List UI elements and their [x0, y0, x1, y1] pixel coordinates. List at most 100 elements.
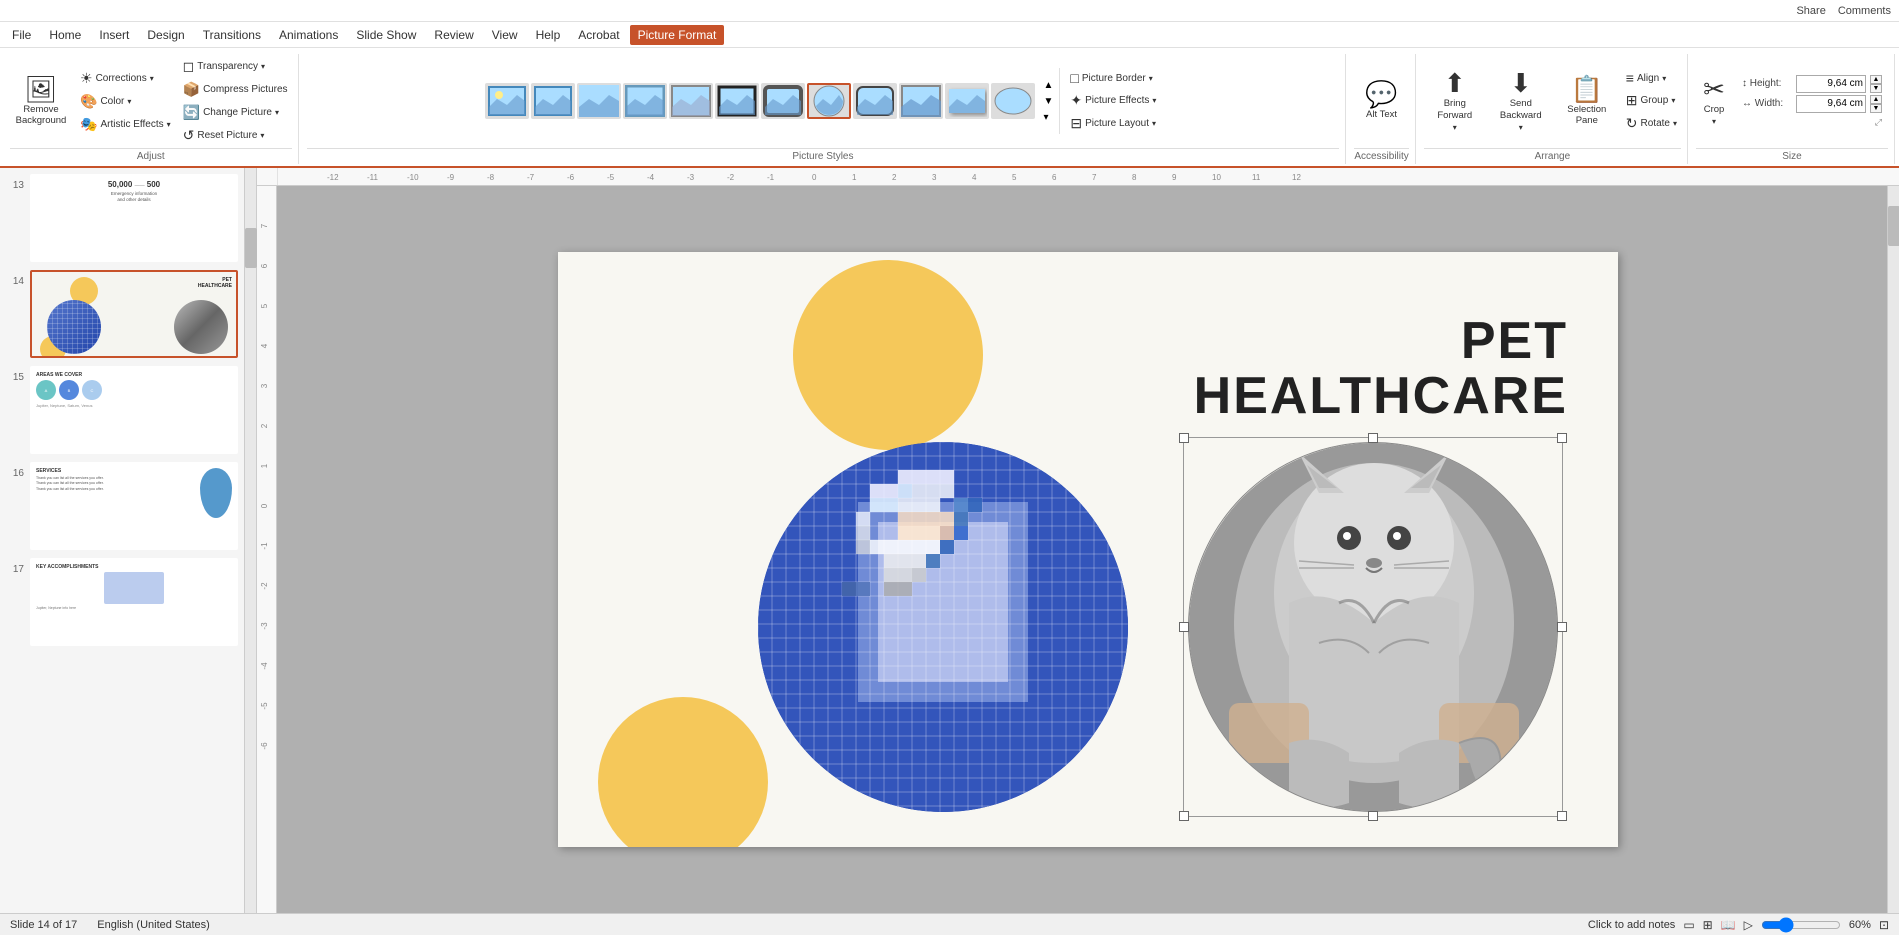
- rotate-button[interactable]: ↻ Rotate ▾: [1622, 113, 1681, 134]
- slide-thumb-15[interactable]: AREAS WE COVER A B C Jupiter, Neptune, S…: [30, 366, 238, 454]
- style-thumb-10[interactable]: [899, 83, 943, 119]
- style-thumb-8[interactable]: [807, 83, 851, 119]
- menu-insert[interactable]: Insert: [91, 25, 137, 45]
- svg-text:-3: -3: [260, 622, 269, 630]
- compress-pictures-button[interactable]: 📦 Compress Pictures: [179, 79, 292, 100]
- slide-item-14[interactable]: 14 PETHEALTHCARE: [4, 268, 240, 360]
- view-sorter-icon[interactable]: ⊞: [1703, 918, 1713, 932]
- styles-more[interactable]: ▾: [1041, 110, 1055, 125]
- menu-view[interactable]: View: [484, 25, 526, 45]
- comments-button[interactable]: Comments: [1838, 5, 1891, 17]
- menu-transitions[interactable]: Transitions: [195, 25, 269, 45]
- color-icon: 🎨: [80, 93, 97, 110]
- reset-picture-dropdown-icon: ▾: [260, 131, 264, 140]
- cat-circle-left[interactable]: [758, 442, 1128, 812]
- send-backward-icon: ⬇: [1510, 70, 1532, 96]
- height-input[interactable]: [1796, 75, 1866, 93]
- canvas-area: -12 -11 -10 -9 -8 -7 -6 -5 -4 -3 -2 -1 0…: [257, 168, 1899, 913]
- ruler-vertical: 7 6 5 4 3 2 1 0 -1 -2 -3 -4 -5 -6: [257, 186, 277, 913]
- ribbon-group-picture-styles: ▲ ▼ ▾ □ Picture Border ▾ ✦ Picture Effec…: [301, 54, 1347, 164]
- menu-acrobat[interactable]: Acrobat: [570, 25, 627, 45]
- width-input[interactable]: [1796, 95, 1866, 113]
- reset-picture-button[interactable]: ↺ Reset Picture ▾: [179, 125, 292, 146]
- zoom-slider[interactable]: [1761, 919, 1841, 931]
- slide-canvas[interactable]: PETHEALTHCARE: [558, 252, 1618, 847]
- style-thumb-7[interactable]: [761, 83, 805, 119]
- svg-text:12: 12: [1292, 173, 1301, 182]
- size-expand-icon[interactable]: ⤢: [1742, 117, 1882, 128]
- slides-scrollbar[interactable]: [245, 168, 257, 913]
- ribbon-group-accessibility: 💬 Alt Text Accessibility: [1348, 54, 1415, 164]
- corrections-button[interactable]: ☀ Corrections ▾: [76, 68, 175, 89]
- slide-item-16[interactable]: 16 SERVICES Thank you can list all the s…: [4, 460, 240, 552]
- menu-animations[interactable]: Animations: [271, 25, 346, 45]
- menu-help[interactable]: Help: [528, 25, 569, 45]
- svg-text:-4: -4: [647, 173, 655, 182]
- style-thumb-9[interactable]: [853, 83, 897, 119]
- bring-forward-button[interactable]: ⬆ Bring Forward ▾: [1424, 68, 1486, 134]
- svg-text:-10: -10: [407, 173, 419, 182]
- slide-item-15[interactable]: 15 AREAS WE COVER A B C Jupiter, Neptune…: [4, 364, 240, 456]
- width-spin-down[interactable]: ▼: [1870, 104, 1882, 113]
- transparency-button[interactable]: ◻ Transparency ▾: [179, 56, 292, 77]
- slide-thumb-13[interactable]: 50,000 —— 500 Emergency informationand o…: [30, 174, 238, 262]
- style-thumb-3[interactable]: [577, 83, 621, 119]
- share-button[interactable]: Share: [1796, 5, 1825, 17]
- style-thumb-1[interactable]: [485, 83, 529, 119]
- artistic-effects-button[interactable]: 🎭 Artistic Effects ▾: [76, 114, 175, 135]
- slide-item-17[interactable]: 17 KEY ACCOMPLISHMENTS Jupiter, Neptune …: [4, 556, 240, 648]
- color-button[interactable]: 🎨 Color ▾: [76, 91, 175, 112]
- slide-thumb-17[interactable]: KEY ACCOMPLISHMENTS Jupiter, Neptune inf…: [30, 558, 238, 646]
- canvas-scrollbar-v[interactable]: [1887, 186, 1899, 913]
- cat-circle-right[interactable]: [1188, 442, 1558, 812]
- change-picture-icon: 🔄: [183, 104, 200, 121]
- align-button[interactable]: ≡ Align ▾: [1622, 68, 1681, 88]
- send-backward-button[interactable]: ⬇ Send Backward ▾: [1490, 68, 1552, 134]
- style-thumb-5[interactable]: [669, 83, 713, 119]
- pet-healthcare-title: PETHEALTHCARE: [1194, 314, 1568, 423]
- svg-text:10: 10: [1212, 173, 1221, 182]
- slides-panel: 13 50,000 —— 500 Emergency informationan…: [0, 168, 245, 913]
- slide-thumb-14[interactable]: PETHEALTHCARE: [30, 270, 238, 358]
- bring-forward-label: Bring Forward: [1428, 98, 1482, 121]
- picture-border-button[interactable]: □ Picture Border ▾: [1066, 68, 1160, 88]
- slide-item-13[interactable]: 13 50,000 —— 500 Emergency informationan…: [4, 172, 240, 264]
- align-icon: ≡: [1626, 70, 1634, 86]
- menu-slideshow[interactable]: Slide Show: [348, 25, 424, 45]
- remove-background-button[interactable]: 🖼 Remove Background: [10, 74, 72, 129]
- group-button[interactable]: ⊞ Group ▾: [1622, 90, 1681, 111]
- view-slideshow-icon[interactable]: ▷: [1744, 918, 1753, 932]
- menu-home[interactable]: Home: [41, 25, 89, 45]
- style-thumb-2[interactable]: [531, 83, 575, 119]
- notes-label[interactable]: Click to add notes: [1588, 919, 1675, 931]
- height-spin-down[interactable]: ▼: [1870, 84, 1882, 93]
- fit-page-icon[interactable]: ⊡: [1879, 918, 1889, 932]
- svg-text:-3: -3: [687, 173, 695, 182]
- styles-scroll-down[interactable]: ▼: [1041, 94, 1055, 109]
- svg-text:-2: -2: [727, 173, 735, 182]
- menu-file[interactable]: File: [4, 25, 39, 45]
- selection-pane-button[interactable]: 📋 Selection Pane: [1556, 74, 1618, 129]
- height-spin-up[interactable]: ▲: [1870, 75, 1882, 84]
- picture-layout-button[interactable]: ⊟ Picture Layout ▾: [1066, 113, 1160, 134]
- picture-effects-button[interactable]: ✦ Picture Effects ▾: [1066, 90, 1160, 111]
- menu-design[interactable]: Design: [139, 25, 192, 45]
- style-thumb-12[interactable]: [991, 83, 1035, 119]
- menu-picture-format[interactable]: Picture Format: [630, 25, 725, 45]
- styles-scroll-up[interactable]: ▲: [1041, 78, 1055, 93]
- alt-text-button[interactable]: 💬 Alt Text: [1361, 79, 1401, 122]
- bring-forward-dropdown-icon: ▾: [1453, 123, 1457, 132]
- menu-review[interactable]: Review: [426, 25, 481, 45]
- view-reading-icon[interactable]: 📖: [1721, 918, 1736, 932]
- alt-text-label: Alt Text: [1366, 109, 1397, 120]
- alt-text-icon: 💬: [1365, 81, 1397, 107]
- view-normal-icon[interactable]: ▭: [1683, 918, 1694, 932]
- change-picture-button[interactable]: 🔄 Change Picture ▾: [179, 102, 292, 123]
- style-thumb-4[interactable]: [623, 83, 667, 119]
- slide-thumb-16[interactable]: SERVICES Thank you can list all the serv…: [30, 462, 238, 550]
- width-spin-up[interactable]: ▲: [1870, 95, 1882, 104]
- style-thumb-11[interactable]: [945, 83, 989, 119]
- svg-text:-1: -1: [260, 542, 269, 550]
- style-thumb-6[interactable]: [715, 83, 759, 119]
- crop-button[interactable]: ✂ Crop ▾: [1696, 74, 1732, 128]
